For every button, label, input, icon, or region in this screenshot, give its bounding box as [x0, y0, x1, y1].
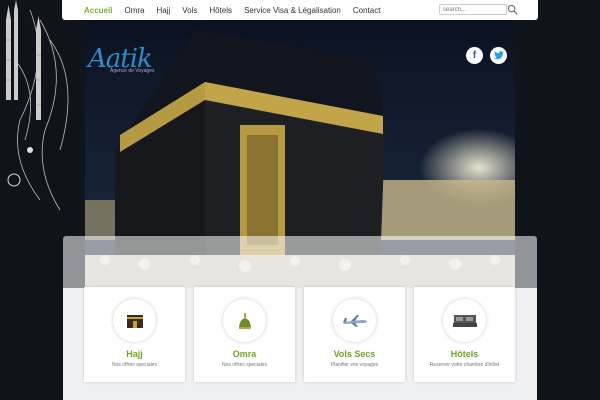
twitter-bird-icon [493, 51, 504, 60]
decorative-mosque-illustration [6, 0, 69, 211]
search-input[interactable] [439, 4, 507, 15]
facebook-glyph: f [472, 50, 477, 61]
service-card-hajj[interactable]: Hajj Nos offres speciales [84, 287, 185, 382]
service-card-omra[interactable]: Omra Nos offres speciales [194, 287, 295, 382]
twitter-icon[interactable] [490, 47, 507, 64]
service-card-vols[interactable]: Vols Secs Planifier vos voyages [304, 287, 405, 382]
top-navigation: Accueil Omra Hajj Vols Hôtels Service Vi… [62, 0, 538, 20]
card-title: Vols Secs [333, 349, 376, 359]
nav-item-vols[interactable]: Vols [182, 6, 197, 15]
service-card-hotels[interactable]: Hôtels Reserver votre chambre d'hôtel [414, 287, 515, 382]
card-icon-frame [223, 299, 266, 342]
card-subtitle: Nos offres speciales [222, 362, 267, 368]
card-icon-frame [333, 299, 376, 342]
card-title: Hajj [126, 349, 143, 359]
card-subtitle: Planifier vos voyages [330, 362, 379, 368]
kaaba-icon [126, 314, 143, 328]
card-subtitle: Reserver votre chambre d'hôtel [429, 362, 500, 368]
nav-item-contact[interactable]: Contact [353, 6, 381, 15]
nav-item-visa[interactable]: Service Visa & Légalisation [244, 6, 341, 15]
logo-tagline: Agence de Voyages [110, 68, 155, 74]
card-icon-frame [113, 299, 156, 342]
mosque-icon [238, 312, 251, 329]
nav-item-omra[interactable]: Omra [124, 6, 144, 15]
site-logo[interactable]: Aatik Agence de Voyages [88, 44, 168, 84]
card-title: Omra [232, 349, 257, 359]
search-icon[interactable] [507, 4, 518, 15]
card-title: Hôtels [450, 349, 479, 359]
card-subtitle: Nos offres speciales [112, 362, 157, 368]
airplane-icon [342, 314, 367, 327]
nav-item-hotels[interactable]: Hôtels [209, 6, 232, 15]
card-icon-frame [443, 299, 486, 342]
facebook-icon[interactable]: f [466, 47, 483, 64]
bed-icon [452, 314, 477, 327]
nav-item-accueil[interactable]: Accueil [84, 6, 112, 15]
nav-item-hajj[interactable]: Hajj [156, 6, 170, 15]
